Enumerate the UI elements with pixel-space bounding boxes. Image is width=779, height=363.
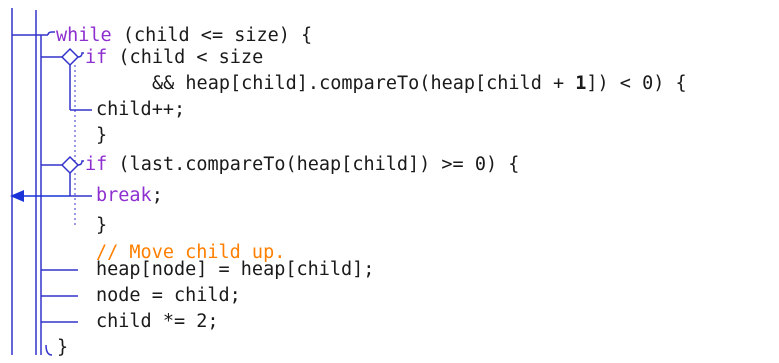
if1-branch-hook (77, 52, 84, 58)
code-line-increment: child++; (96, 95, 185, 125)
loop-bracket-icon (47, 31, 55, 36)
decision-diamond-icon (60, 47, 80, 67)
loop-close-bracket (45, 344, 53, 356)
if2-condition: (last.compareTo(heap[child]) >= 0) { (107, 154, 520, 175)
multiply-child-statement: child *= 2; (96, 311, 219, 332)
decision-diamond-icon (60, 155, 80, 175)
condition-number: 1 (575, 73, 587, 94)
break-keyword: break (96, 185, 152, 206)
if1-keyword: if (85, 47, 108, 68)
code-line-break: break; (96, 181, 163, 211)
condition-end: ]) < 0) { (586, 73, 687, 94)
if1-condition: (child < size (107, 47, 264, 68)
while-close-brace: } (57, 337, 69, 358)
assign-node-statement: node = child; (96, 285, 241, 306)
if2-close-brace: } (96, 215, 108, 236)
code-line-if1-close: } (96, 121, 107, 151)
if2-branch-hook (77, 160, 84, 166)
if1-close-brace: } (96, 125, 108, 146)
break-semicolon: ; (151, 185, 163, 206)
increment-statement: child++; (96, 99, 186, 120)
code-line-if2: if (last.compareTo(heap[child]) >= 0) { (85, 150, 519, 180)
code-line-if2-close: } (96, 211, 107, 241)
condition-start: && heap[child].compareTo(heap[child + (152, 73, 576, 94)
code-structure-viewer: while (child <= size) { if (child < size… (0, 0, 779, 363)
code-line-while-close: } (57, 333, 68, 363)
code-line-multiply-child: child *= 2; (96, 307, 219, 337)
if2-keyword: if (85, 154, 108, 175)
code-line-condition-continuation: && heap[child].compareTo(heap[child + 1]… (152, 69, 687, 99)
assign-heap-statement: heap[node] = heap[child]; (96, 259, 375, 280)
